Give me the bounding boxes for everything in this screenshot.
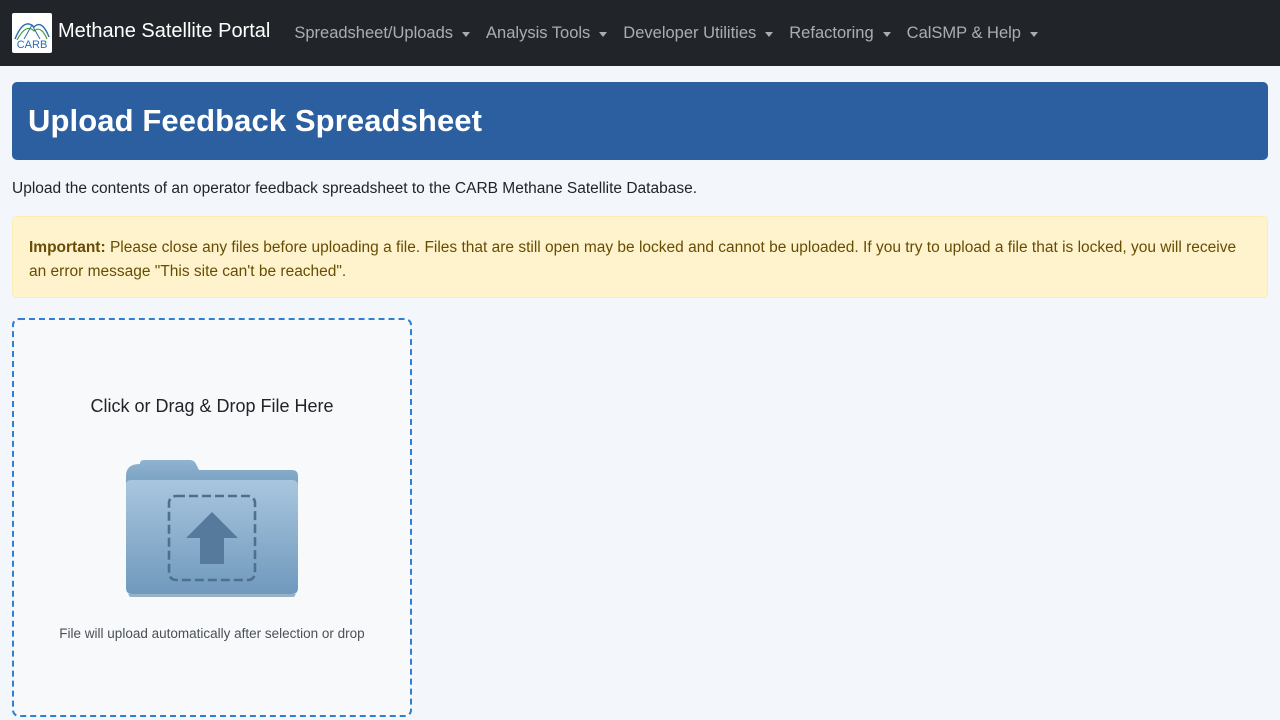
menu-developer-utilities[interactable]: Developer Utilities [615,24,781,43]
important-alert: Important: Please close any files before… [12,216,1268,298]
page-title: Upload Feedback Spreadsheet [28,103,483,138]
carb-logo: CARB [12,13,52,53]
dropzone-title: Click or Drag & Drop File Here [90,396,334,416]
caret-down-icon [599,31,608,37]
menu-calsmp-help[interactable]: CalSMP & Help [899,24,1046,43]
menu-label: Analysis Tools [486,24,591,42]
folder-upload-icon [122,458,302,605]
page-header: Upload Feedback Spreadsheet [12,82,1268,160]
caret-down-icon [765,31,774,37]
caret-down-icon [462,31,471,37]
menu-label: CalSMP & Help [906,24,1021,42]
menu-label: Developer Utilities [623,24,757,42]
brand-title: Methane Satellite Portal [58,20,271,42]
caret-down-icon [1029,31,1038,37]
menu-analysis-tools[interactable]: Analysis Tools [478,24,615,43]
caret-down-icon [882,31,891,37]
menu-label: Refactoring [789,24,874,42]
alert-message: Please close any files before uploading … [29,239,1237,280]
file-dropzone[interactable]: Click or Drag & Drop File Here File will… [12,318,412,717]
brand-link[interactable]: CARB Methane Satellite Portal [12,13,270,53]
top-navbar: CARB Methane Satellite Portal Spreadshee… [0,0,1280,66]
main-menu: Spreadsheet/Uploads Analysis Tools Devel… [286,24,1046,43]
menu-label: Spreadsheet/Uploads [294,24,454,42]
svg-text:CARB: CARB [17,39,48,51]
dropzone-note: File will upload automatically after sel… [59,626,365,641]
page-description: Upload the contents of an operator feedb… [12,180,698,197]
menu-spreadsheet-uploads[interactable]: Spreadsheet/Uploads [286,24,478,43]
alert-label: Important: [29,239,106,256]
menu-refactoring[interactable]: Refactoring [781,24,898,43]
